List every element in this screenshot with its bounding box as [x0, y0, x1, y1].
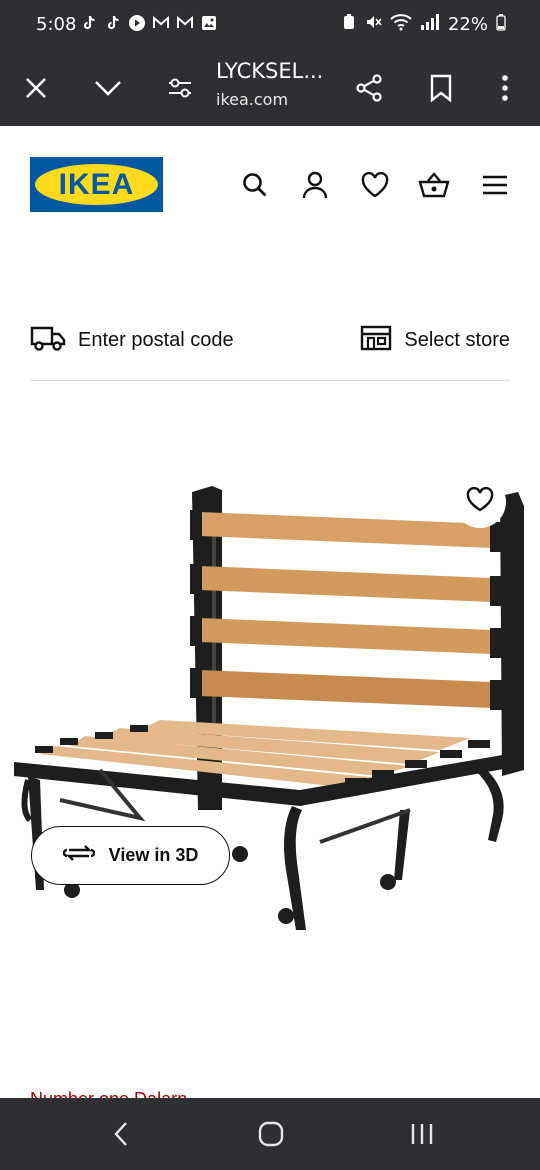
notification-icons [80, 14, 218, 32]
gmail-icon [176, 14, 194, 32]
backrest-slats [200, 512, 492, 708]
battery-icon [496, 13, 506, 36]
select-store-button[interactable]: Select store [360, 320, 510, 360]
home-icon[interactable] [251, 1116, 291, 1152]
postal-code-label: Enter postal code [78, 328, 234, 351]
add-to-favorites-button[interactable] [454, 476, 506, 528]
select-store-label: Select store [404, 328, 510, 351]
heart-icon [466, 486, 494, 518]
site-settings-icon[interactable] [160, 68, 200, 108]
tiktok-icon [80, 14, 98, 32]
ikea-logo[interactable]: IKEA [30, 157, 163, 212]
enter-postal-code-button[interactable]: Enter postal code [30, 320, 234, 360]
account-icon[interactable] [298, 168, 332, 202]
signal-icon [420, 13, 440, 36]
store-icon [360, 325, 392, 356]
page-url[interactable]: ikea.com [216, 90, 288, 109]
search-icon[interactable] [238, 168, 272, 202]
battery-saver-icon [342, 13, 356, 36]
wifi-icon [390, 13, 412, 36]
page-title[interactable]: LYCKSEL... [216, 59, 323, 83]
bookmark-icon[interactable] [421, 68, 461, 108]
system-nav-bar [0, 1098, 540, 1170]
divider [30, 380, 510, 381]
close-icon[interactable] [16, 68, 56, 108]
chevron-down-icon[interactable] [88, 68, 128, 108]
product-highlight-text: Number one Dalarn [30, 1090, 230, 1098]
gallery-icon [200, 14, 218, 32]
share-icon[interactable] [349, 68, 389, 108]
tiktok-icon [104, 14, 122, 32]
recents-icon[interactable] [402, 1116, 442, 1152]
view-in-3d-label: View in 3D [108, 845, 199, 865]
basket-icon[interactable] [417, 168, 451, 202]
mute-icon [364, 13, 382, 36]
gmail-icon [152, 14, 170, 32]
menu-icon[interactable] [478, 168, 512, 202]
heart-icon[interactable] [358, 168, 392, 202]
view-in-3d-button[interactable]: View in 3D [31, 826, 230, 885]
rotate-3d-icon [62, 842, 95, 869]
battery-percent: 22% [447, 14, 488, 35]
status-time: 5:08 [36, 14, 77, 35]
browser-toolbar: LYCKSEL... ikea.com [0, 50, 540, 126]
logo-oval: IKEA [35, 164, 158, 205]
more-options-icon[interactable] [485, 68, 525, 108]
status-bar: 5:08 22% [0, 0, 540, 50]
logo-wordmark: IKEA [58, 167, 135, 201]
truck-icon [30, 324, 66, 357]
back-icon[interactable] [101, 1116, 141, 1152]
status-indicators: 22% [342, 13, 506, 36]
play-icon [128, 14, 146, 32]
